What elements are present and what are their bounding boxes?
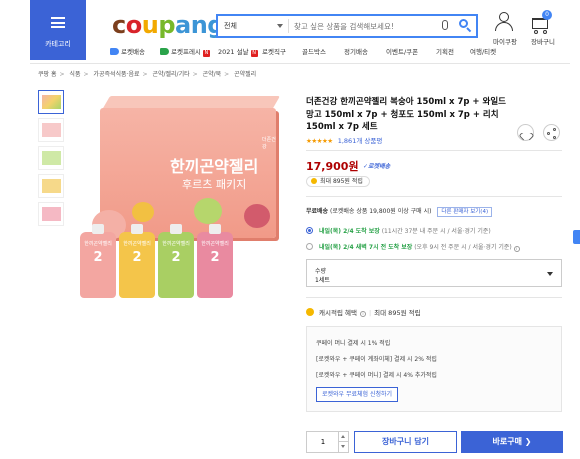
breadcrumb-item[interactable]: 가공즉석식품·음료 xyxy=(93,71,139,78)
lychee-pouch: 한끼곤약젤리 2 xyxy=(197,224,233,298)
user-icon xyxy=(499,12,509,22)
wishlist-button[interactable] xyxy=(517,124,534,141)
divider xyxy=(306,196,562,197)
hamburger-icon xyxy=(51,17,65,28)
thumbnail-2[interactable] xyxy=(38,118,64,142)
add-to-cart-button[interactable]: 장바구니 담기 xyxy=(354,431,457,453)
subnav-rocket-delivery[interactable]: 로켓배송 xyxy=(110,46,145,58)
product-title: 더존건강 한끼곤약젤리 복숭아 150ml x 7p + 와일드 망고 150m… xyxy=(306,97,506,132)
quantity-option-select[interactable]: 수량 1세트 xyxy=(306,259,562,287)
cash-reward-info: 캐시적립 혜택 i | 최대 895원 적립 xyxy=(306,307,421,317)
subnav-events[interactable]: 이벤트/쿠폰 xyxy=(386,46,418,58)
box-brand: 더존건강 xyxy=(262,137,276,150)
quantity-input[interactable] xyxy=(309,435,337,449)
payment-benefits-box: 쿠페이 머니 결제 시 1% 적립 [로켓와우 + 쿠페이 계좌이체] 결제 시… xyxy=(306,326,562,412)
reward-points-badge: 최대 895원 적립 xyxy=(306,176,370,187)
radio-selected[interactable] xyxy=(306,227,313,234)
side-panel-tab[interactable] xyxy=(573,230,580,244)
header-divider xyxy=(30,63,570,64)
thumbnail-3[interactable] xyxy=(38,146,64,170)
quantity-decrease-button[interactable] xyxy=(338,442,348,452)
new-badge: N xyxy=(202,50,210,57)
info-icon[interactable]: i xyxy=(513,246,520,252)
category-menu-button[interactable]: 카테고리 xyxy=(30,0,86,60)
breadcrumb: 쿠팡 홈 > 식품 > 가공즉석식품·음료 > 곤약/젤리/기타 > 곤약/묵 > 곤약젤… xyxy=(38,71,257,78)
mango-image xyxy=(132,202,154,222)
subnav-subscription[interactable]: 정기배송 xyxy=(344,46,368,58)
product-price: 17,900원 xyxy=(306,160,359,173)
buy-now-button[interactable]: 바로구매 ❯ xyxy=(461,431,563,453)
subnav-rocket-fresh[interactable]: 로켓프레시 N xyxy=(160,46,210,58)
rocket-fresh-icon xyxy=(160,48,169,55)
subnav-exhibitions[interactable]: 기획전 xyxy=(436,46,454,58)
breadcrumb-item[interactable]: 식품 xyxy=(69,71,80,78)
divider xyxy=(306,297,562,298)
breadcrumb-item[interactable]: 곤약/묵 xyxy=(203,71,222,78)
breadcrumb-item[interactable]: 곤약/젤리/기타 xyxy=(152,71,189,78)
cart-count-badge: 0 xyxy=(542,10,552,20)
my-coupang-label: 마이쿠팡 xyxy=(493,38,517,46)
grape-image xyxy=(194,198,222,224)
chevron-down-icon xyxy=(547,272,553,276)
microphone-icon[interactable] xyxy=(442,20,448,30)
rocket-delivery-badge: ✓로켓배송 xyxy=(363,163,391,170)
coupang-logo[interactable]: coupang xyxy=(112,11,224,39)
quantity-option-value: 1세트 xyxy=(315,277,330,284)
subnav-lunar-new-year[interactable]: 2021 설날 N xyxy=(218,46,258,58)
benefit-line: 쿠페이 머니 결제 시 1% 적립 xyxy=(316,340,391,347)
search-category-value: 전체 xyxy=(224,22,237,30)
delivery-option-2[interactable]: 내일(목) 2/4 새벽 7시 전 도착 보장 (오후 9시 전 주문 시 / … xyxy=(306,242,520,252)
quantity-stepper xyxy=(306,431,349,453)
star-rating-icon: ★★★★★ xyxy=(306,137,333,145)
box-title: 한끼곤약젤리 후르츠 패키지 xyxy=(170,157,259,192)
search-bar: 전체 xyxy=(216,14,478,38)
grape-pouch: 한끼곤약젤리 2 xyxy=(158,224,194,298)
search-category-select[interactable]: 전체 xyxy=(221,19,289,33)
info-icon[interactable]: i xyxy=(359,311,366,317)
subnav-travel[interactable]: 여행/티켓 xyxy=(470,46,496,58)
product-rating: ★★★★★ 1,861개 상품평 xyxy=(306,135,382,145)
divider xyxy=(306,150,562,151)
thumbnail-4[interactable] xyxy=(38,174,64,198)
cart-label: 장바구니 xyxy=(531,38,555,46)
subnav-goldbox[interactable]: 골드박스 xyxy=(302,46,326,58)
chevron-down-icon xyxy=(277,24,283,28)
review-count-link[interactable]: 1,861개 상품평 xyxy=(338,137,383,145)
product-main-image[interactable]: 더존건강 한끼곤약젤리 후르츠 패키지 한끼곤약젤리 2 한끼곤약젤리 2 한끼곤약… xyxy=(72,90,294,310)
benefit-line: [로켓와우 + 쿠페이 계좌이체] 결제 시 2% 적립 xyxy=(316,356,437,363)
delivery-option-1[interactable]: 내일(목) 2/4 도착 보장 (11시간 37분 내 주문 시 / 서울⋅경기… xyxy=(306,226,491,235)
other-sellers-button[interactable]: 다른 판매자 보기(4) xyxy=(437,207,493,217)
breadcrumb-item[interactable]: 곤약젤리 xyxy=(234,71,256,78)
search-input[interactable] xyxy=(294,18,434,34)
thumbnail-5[interactable] xyxy=(38,202,64,226)
subnav-rocket-global[interactable]: 로켓직구 xyxy=(262,46,286,58)
lychee-image xyxy=(244,204,270,228)
category-label: 카테고리 xyxy=(45,40,71,48)
rocket-wow-trial-button[interactable]: 로켓와우 무료체험 신청하기 xyxy=(316,387,399,402)
new-badge: N xyxy=(250,50,258,57)
rocket-icon xyxy=(110,48,119,55)
mango-pouch: 한끼곤약젤리 2 xyxy=(119,224,155,298)
heart-icon xyxy=(522,130,530,137)
benefit-line: [로켓와우 + 쿠페이 머니] 결제 시 4% 추가적립 xyxy=(316,372,437,379)
header: 카테고리 coupang 전체 마이쿠팡 0 장바구니 로켓배송 로켓프레시N … xyxy=(0,0,580,62)
search-icon[interactable] xyxy=(458,18,472,33)
shipping-info: 무료배송 (로켓배송 상품 19,800원 이상 구매 시) 다른 판매자 보기… xyxy=(306,206,493,217)
peach-pouch: 한끼곤약젤리 2 xyxy=(80,224,116,298)
quantity-increase-button[interactable] xyxy=(338,432,348,442)
radio-unselected[interactable] xyxy=(306,243,313,250)
breadcrumb-item[interactable]: 쿠팡 홈 xyxy=(38,71,56,78)
coin-icon xyxy=(306,308,314,316)
quantity-option-label: 수량 xyxy=(315,268,327,275)
share-button[interactable] xyxy=(543,124,560,141)
thumbnail-1[interactable] xyxy=(38,90,64,114)
coin-icon xyxy=(311,178,317,184)
